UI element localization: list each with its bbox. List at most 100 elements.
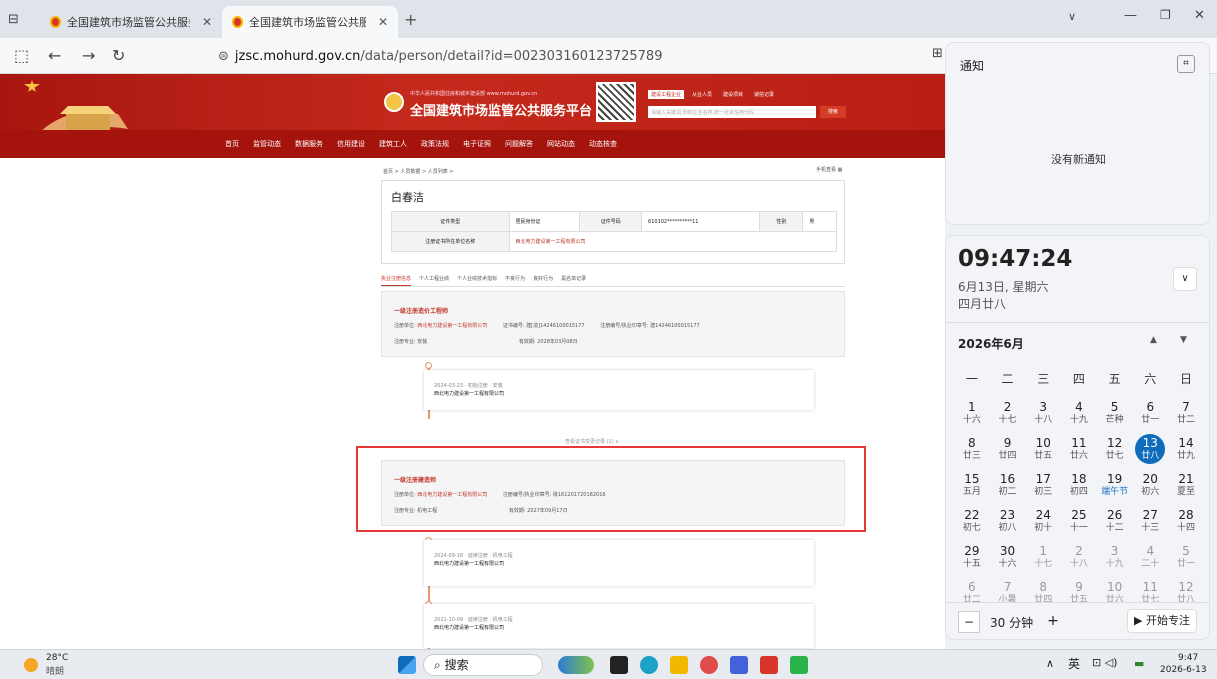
calendar-day[interactable]: 7 廿二 (1168, 400, 1204, 436)
calendar-day[interactable]: 29 十五 (954, 544, 990, 580)
tab-actions-icon[interactable]: ⊟ (8, 12, 19, 27)
battery-icon[interactable]: ▬ (1134, 657, 1144, 670)
calendar-day[interactable]: 4 十九 (1061, 400, 1097, 436)
unit-link[interactable]: 西北电力建设第一工程有限公司 (417, 323, 487, 329)
calendar-day[interactable]: 10 廿五 (1025, 436, 1061, 472)
nav-item[interactable]: 动态核查 (589, 139, 617, 149)
calendar-day[interactable]: 2 十八 (1061, 544, 1097, 580)
nav-item[interactable]: 数据服务 (295, 139, 323, 149)
widgets-icon[interactable] (558, 656, 594, 674)
wechat-icon[interactable] (790, 656, 808, 674)
calendar-day[interactable]: 18 初四 (1061, 472, 1097, 508)
task-view-icon[interactable] (610, 656, 628, 674)
breadcrumb[interactable]: 首页 > 人员数据 > 人员列表 > (383, 168, 454, 175)
search-tab[interactable]: 诚信记录 (751, 90, 777, 99)
mobile-view-link[interactable]: 手机查看 ▦ (816, 166, 842, 173)
nav-item[interactable]: 首页 (225, 139, 239, 149)
search-tab[interactable]: 建设项目 (720, 90, 746, 99)
tab-close-icon[interactable]: ✕ (378, 15, 388, 29)
taskbar-search[interactable]: ⌕ 搜索 (423, 654, 543, 676)
site-search-input[interactable]: 请输入关键词,例如企业名称,统一社会信用代码 (648, 106, 816, 118)
nav-item[interactable]: 电子证照 (463, 139, 491, 149)
back-icon[interactable]: ← (48, 46, 61, 65)
tab-bad-behavior[interactable]: 不良行为 (505, 275, 525, 286)
close-window-icon[interactable]: ✕ (1194, 8, 1205, 23)
site-info-icon[interactable]: ⊜ (218, 49, 229, 64)
file-explorer-icon[interactable] (670, 656, 688, 674)
wps-app-icon[interactable] (760, 656, 778, 674)
search-tab[interactable]: 从业人员 (689, 90, 715, 99)
calendar-day[interactable]: 16 初二 (990, 472, 1026, 508)
calendar-day[interactable]: 1 十七 (1025, 544, 1061, 580)
notification-settings-icon[interactable]: ⌗ (1177, 55, 1195, 73)
next-month-icon[interactable]: ▼ (1180, 335, 1187, 345)
calendar-day[interactable]: 5 廿一 (1168, 544, 1204, 580)
calendar-day[interactable]: 14 廿九 (1168, 436, 1204, 472)
calendar-day[interactable]: 3 十八 (1025, 400, 1061, 436)
tab-good-behavior[interactable]: 良好行为 (533, 275, 553, 286)
taskbar-clock-date[interactable]: 2026-6-13 (1160, 665, 1207, 675)
word-app-icon[interactable] (730, 656, 748, 674)
calendar-day[interactable]: 20 初六 (1132, 472, 1168, 508)
previous-month-icon[interactable]: ▲ (1150, 335, 1157, 345)
network-volume-icon[interactable]: ⊡ ◁) (1092, 656, 1117, 669)
minimize-icon[interactable]: — (1124, 8, 1137, 23)
calendar-day[interactable]: 21 夏至 (1168, 472, 1204, 508)
browser-tab-active[interactable]: 全国建筑市场监管公共服务平台 ✕ (222, 6, 398, 38)
calendar-day[interactable]: 5 芒种 (1097, 400, 1133, 436)
restore-icon[interactable]: ❐ (1160, 8, 1171, 22)
calendar-day[interactable]: 19 端午节 (1097, 472, 1133, 508)
calendar-day[interactable]: 11 廿六 (1061, 436, 1097, 472)
calendar-day[interactable]: 28 十四 (1168, 508, 1204, 544)
calendar-day[interactable]: 6 廿一 (1132, 400, 1168, 436)
reload-icon[interactable]: ↻ (112, 46, 125, 65)
address-bar[interactable]: ⊜ jzsc.mohurd.gov.cn/data/person/detail?… (218, 44, 938, 68)
calendar-day[interactable]: 8 廿三 (954, 436, 990, 472)
calendar-day[interactable]: 9 廿四 (990, 436, 1026, 472)
calendar-day[interactable]: 22 初七 (954, 508, 990, 544)
calendar-day[interactable]: 30 十六 (990, 544, 1026, 580)
weather-temp[interactable]: 28°C (46, 653, 68, 663)
calendar-day[interactable]: 4 二十 (1132, 544, 1168, 580)
calendar-day[interactable]: 23 初八 (990, 508, 1026, 544)
tab-list-icon[interactable]: ∨ (1068, 10, 1076, 23)
focus-decrease-button[interactable]: − (958, 611, 980, 633)
taskbar-clock-time[interactable]: 9:47 (1178, 653, 1198, 663)
nav-item[interactable]: 信用建设 (337, 139, 365, 149)
calendar-day[interactable]: 25 十一 (1061, 508, 1097, 544)
search-tab[interactable]: 建设工程企业 (648, 90, 685, 99)
new-tab-icon[interactable]: + (404, 10, 417, 29)
chevron-down-icon[interactable]: ∨ (1173, 267, 1197, 291)
tab-tech-index[interactable]: 个人业绩技术指标 (457, 275, 497, 286)
calendar-day[interactable]: 12 廿七 (1097, 436, 1133, 472)
unit-link[interactable]: 西北电力建设第一工程有限公司 (508, 231, 838, 252)
calendar-day[interactable]: 3 十九 (1097, 544, 1133, 580)
edge-browser-icon[interactable] (640, 656, 658, 674)
sidebar-icon[interactable]: ⬚ (14, 46, 29, 65)
input-method[interactable]: 英 (1068, 655, 1080, 672)
tab-blacklist[interactable]: 黑名单记录 (561, 275, 586, 286)
start-menu-icon[interactable] (398, 656, 416, 674)
nav-item[interactable]: 问题解答 (505, 139, 533, 149)
calendar-day[interactable]: 26 十二 (1097, 508, 1133, 544)
reader-icon[interactable]: ⊞ (932, 46, 943, 61)
calendar-day[interactable]: 27 十三 (1132, 508, 1168, 544)
calendar-day[interactable]: 17 初三 (1025, 472, 1061, 508)
tab-projects[interactable]: 个人工程业绩 (419, 275, 449, 286)
calendar-day[interactable]: 2 十七 (990, 400, 1026, 436)
start-focus-button[interactable]: ▶ 开始专注 (1127, 609, 1197, 633)
calendar-day-today[interactable]: 13 廿八 (1132, 434, 1168, 472)
show-hidden-icons-icon[interactable]: ∧ (1046, 657, 1054, 670)
calendar-day[interactable]: 1 十六 (954, 400, 990, 436)
nav-item[interactable]: 监管动态 (253, 139, 281, 149)
forward-icon[interactable]: → (82, 46, 95, 65)
calendar-day[interactable]: 15 五月 (954, 472, 990, 508)
browser-tab[interactable]: 全国建筑市场监管公共服务平台 ✕ (40, 6, 222, 38)
calendar-day[interactable]: 24 初十 (1025, 508, 1061, 544)
more-records-toggle[interactable]: 查看证书变更记录 (1) ∧ (565, 438, 619, 445)
tab-registration[interactable]: 执业注册信息 (381, 275, 412, 286)
nav-item[interactable]: 建筑工人 (379, 139, 407, 149)
nav-item[interactable]: 网站动态 (547, 139, 575, 149)
focus-increase-button[interactable]: + (1042, 611, 1064, 633)
tab-close-icon[interactable]: ✕ (202, 15, 212, 29)
